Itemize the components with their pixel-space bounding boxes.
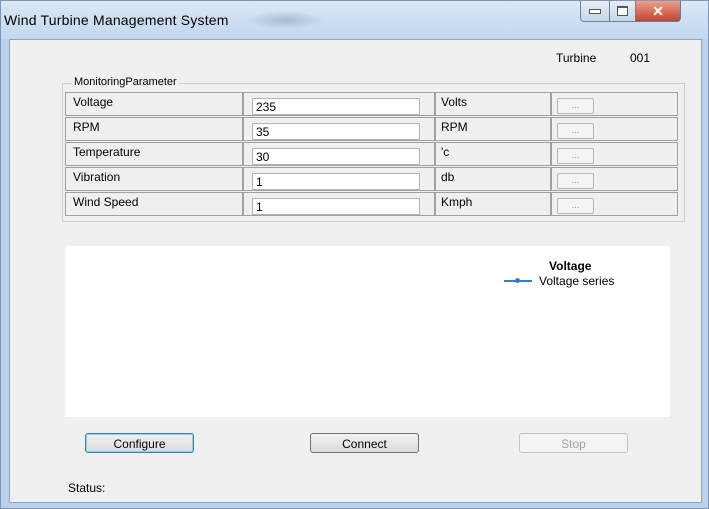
window-title: Wind Turbine Management System — [4, 12, 229, 28]
param-row-wind-speed: Wind Speed Kmph ... — [65, 192, 678, 217]
legend-series-label: Voltage series — [539, 274, 615, 288]
temperature-options-button[interactable]: ... — [557, 148, 594, 164]
app-window: Wind Turbine Management System ✕ Turbine… — [0, 0, 709, 509]
maximize-button[interactable] — [610, 1, 636, 22]
turbine-label: Turbine — [556, 51, 597, 65]
param-label: RPM — [73, 120, 100, 134]
voltage-options-button[interactable]: ... — [557, 98, 594, 114]
close-button[interactable]: ✕ — [636, 1, 681, 22]
turbine-id: 001 — [630, 51, 651, 65]
param-unit: RPM — [441, 120, 468, 134]
vibration-options-button[interactable]: ... — [557, 173, 594, 189]
param-unit: Kmph — [441, 195, 473, 209]
close-icon: ✕ — [652, 2, 664, 19]
param-row-temperature: Temperature 'c ... — [65, 142, 678, 167]
param-row-vibration: Vibration db ... — [65, 167, 678, 192]
temperature-input[interactable] — [252, 148, 420, 165]
rpm-input[interactable] — [252, 123, 420, 140]
maximize-icon — [617, 6, 628, 16]
param-label: Vibration — [73, 170, 121, 184]
param-unit: Volts — [441, 95, 468, 109]
rpm-options-button[interactable]: ... — [557, 123, 594, 139]
title-bar[interactable]: Wind Turbine Management System ✕ — [1, 1, 708, 39]
legend-marker-icon — [515, 278, 520, 283]
voltage-input[interactable] — [252, 98, 420, 115]
voltage-chart: Voltage Voltage series — [65, 246, 670, 417]
minimize-button[interactable] — [580, 1, 610, 22]
title-glow — [246, 11, 326, 29]
client-area: Turbine 001 MonitoringParameter Voltage … — [9, 39, 702, 503]
param-row-rpm: RPM RPM ... — [65, 117, 678, 142]
legend-title: Voltage — [549, 259, 592, 273]
minimize-icon — [589, 8, 601, 14]
param-label: Temperature — [73, 145, 141, 159]
configure-button[interactable]: Configure — [85, 433, 194, 453]
stop-button[interactable]: Stop — [519, 433, 628, 453]
window-controls: ✕ — [580, 1, 681, 23]
vibration-input[interactable] — [252, 173, 420, 190]
wind-speed-input[interactable] — [252, 198, 420, 215]
monitoring-caption: MonitoringParameter — [72, 76, 179, 88]
connect-button[interactable]: Connect — [310, 433, 419, 453]
param-unit: db — [441, 170, 455, 184]
status-label: Status: — [68, 481, 106, 495]
param-label: Wind Speed — [73, 195, 139, 209]
wind-speed-options-button[interactable]: ... — [557, 198, 594, 214]
param-label: Voltage — [73, 95, 114, 109]
param-unit: 'c — [441, 145, 450, 159]
param-row-voltage: Voltage Volts ... — [65, 92, 678, 117]
